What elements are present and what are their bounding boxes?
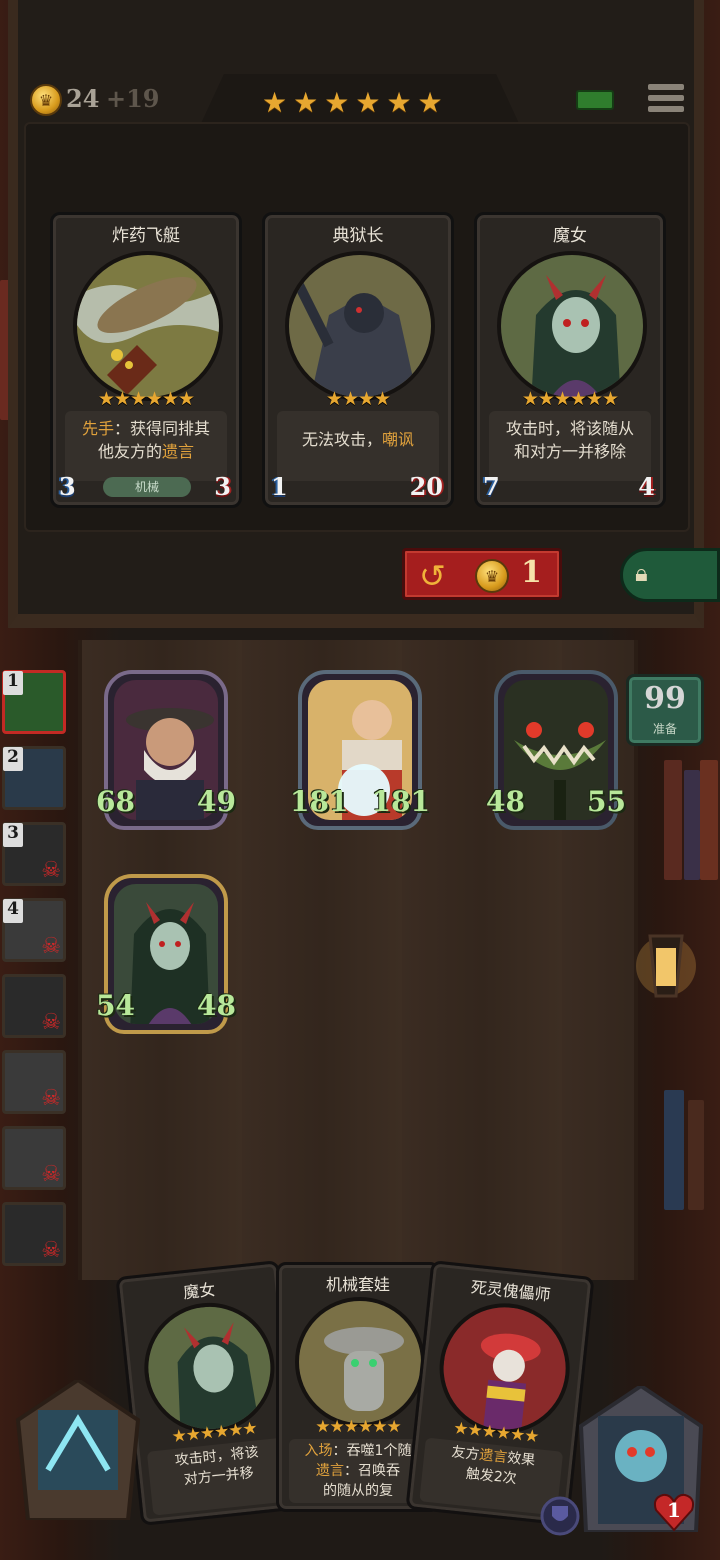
- opponent-5[interactable]: ☠: [2, 974, 66, 1038]
- player-health: 1: [652, 1492, 696, 1532]
- witch-portrait: [497, 251, 647, 401]
- card-stars: ★★★★: [325, 388, 391, 410]
- shelf-book: [684, 770, 700, 880]
- refresh-cost: 1: [521, 555, 542, 590]
- ready-label: 准备: [652, 722, 677, 736]
- minion-witch[interactable]: 54 48: [96, 874, 236, 1034]
- card-description: 无法攻击，嘲讽: [277, 411, 439, 481]
- minion-attack: 181: [290, 785, 349, 818]
- hero-power-button[interactable]: [8, 1377, 148, 1522]
- skull-icon: ☠: [41, 858, 61, 883]
- refresh-shop-button[interactable]: ↺ ♛ 1: [402, 548, 562, 600]
- opponent-3[interactable]: 3 ☠: [2, 822, 66, 886]
- gold-amount: 24: [66, 84, 100, 113]
- opponent-rank: 1: [3, 671, 23, 695]
- minion-attack: 48: [486, 785, 525, 818]
- opponent-6[interactable]: ☠: [2, 1050, 66, 1114]
- card-attack: 7: [483, 472, 500, 501]
- card-name: 典狱长: [332, 226, 384, 246]
- card-name: 炸药飞艇: [112, 226, 180, 246]
- shelf-book: [700, 760, 718, 880]
- card-stars: ★★★★★★: [97, 388, 195, 410]
- skull-icon: ☠: [41, 1010, 61, 1035]
- opponent-4[interactable]: 4 ☠: [2, 898, 66, 962]
- battery-icon: [576, 90, 614, 110]
- skull-icon: ☠: [41, 1162, 61, 1187]
- warden-portrait: [285, 251, 435, 401]
- tier-star-icon: ★: [417, 86, 443, 119]
- lantern-decoration: [636, 916, 696, 1016]
- card-name: 魔女: [553, 226, 587, 246]
- minion-attack: 68: [96, 785, 135, 818]
- shelf-book: [688, 1100, 704, 1210]
- minion-attack: 54: [96, 989, 135, 1022]
- mech-doll-portrait: [295, 1297, 425, 1427]
- minion-plant[interactable]: 48 55: [486, 670, 626, 830]
- card-attack: 3: [59, 472, 76, 501]
- opponent-rank: 3: [3, 823, 23, 847]
- opponent-7[interactable]: ☠: [2, 1126, 66, 1190]
- shelf-book: [664, 1090, 684, 1210]
- skull-icon: ☠: [41, 934, 61, 959]
- card-health: 20: [409, 472, 443, 501]
- card-health: 4: [638, 472, 655, 501]
- skull-icon: ☠: [41, 1238, 61, 1263]
- menu-button[interactable]: [648, 84, 684, 118]
- card-description: 攻击时，将该随从 和对方一并移除: [489, 411, 651, 481]
- tier-star-icon: ★: [324, 86, 350, 119]
- shelf-book: [664, 760, 682, 880]
- player-health-value: 1: [667, 1498, 681, 1522]
- minion-health: 55: [587, 785, 626, 818]
- ready-count: 99: [644, 681, 686, 716]
- gold-coin-icon: ♛: [475, 559, 509, 593]
- minion-health: 181: [371, 785, 430, 818]
- tavern-tier-stars: ★ ★ ★ ★ ★ ★: [262, 88, 443, 118]
- card-stars: ★★★★★★: [521, 388, 619, 410]
- card-attack: 1: [271, 472, 288, 501]
- minion-health: 48: [197, 989, 236, 1022]
- gold-coin-icon: ♛: [30, 84, 62, 116]
- airship-portrait: [73, 251, 223, 401]
- tier-star-icon: ★: [355, 86, 381, 119]
- card-description: 先手：获得同排其 他友方的遗言: [65, 411, 227, 481]
- hand-card-necro-puppeteer[interactable]: 死灵傀儡师 ★★★★★★ 友方遗言效果 触发2次: [405, 1260, 595, 1526]
- opponent-2[interactable]: 2: [2, 746, 66, 810]
- opponent-rank: 2: [3, 747, 23, 771]
- shop-card-airship[interactable]: 炸药飞艇 ★★★★★★ 先手：获得同排其 他友方的遗言 3 机械 3: [50, 212, 242, 508]
- tribe-badge: 机械: [103, 477, 191, 497]
- gold-bonus: +19: [106, 84, 160, 113]
- lock-icon: 🔒︎: [635, 559, 648, 587]
- card-description: 攻击时，将该 对方一并移: [146, 1437, 291, 1516]
- minion-old-man[interactable]: 68 49: [96, 670, 236, 830]
- ready-timer[interactable]: 99 准备: [626, 674, 704, 746]
- tier-star-icon: ★: [262, 86, 288, 119]
- tier-star-icon: ★: [386, 86, 412, 119]
- minion-monk[interactable]: 181 181: [290, 670, 430, 830]
- tier-star-icon: ★: [293, 86, 319, 119]
- card-health: 3: [214, 472, 231, 501]
- opponent-8[interactable]: ☠: [2, 1202, 66, 1266]
- opponent-rank: 4: [3, 899, 23, 923]
- shop-card-witch[interactable]: 魔女 ★★★★★★ 攻击时，将该随从 和对方一并移除 7 4: [474, 212, 666, 508]
- refresh-arrow-icon: ↺: [419, 557, 446, 595]
- card-name: 机械套娃: [325, 1275, 390, 1294]
- minion-health: 49: [197, 785, 236, 818]
- lock-shop-button[interactable]: 🔒︎: [620, 548, 720, 602]
- skull-icon: ☠: [41, 1086, 61, 1111]
- opponent-1[interactable]: 1: [2, 670, 66, 734]
- armor-shield-icon: [540, 1496, 580, 1536]
- shop-card-warden[interactable]: 典狱长 ★★★★ 无法攻击，嘲讽 1 20: [262, 212, 454, 508]
